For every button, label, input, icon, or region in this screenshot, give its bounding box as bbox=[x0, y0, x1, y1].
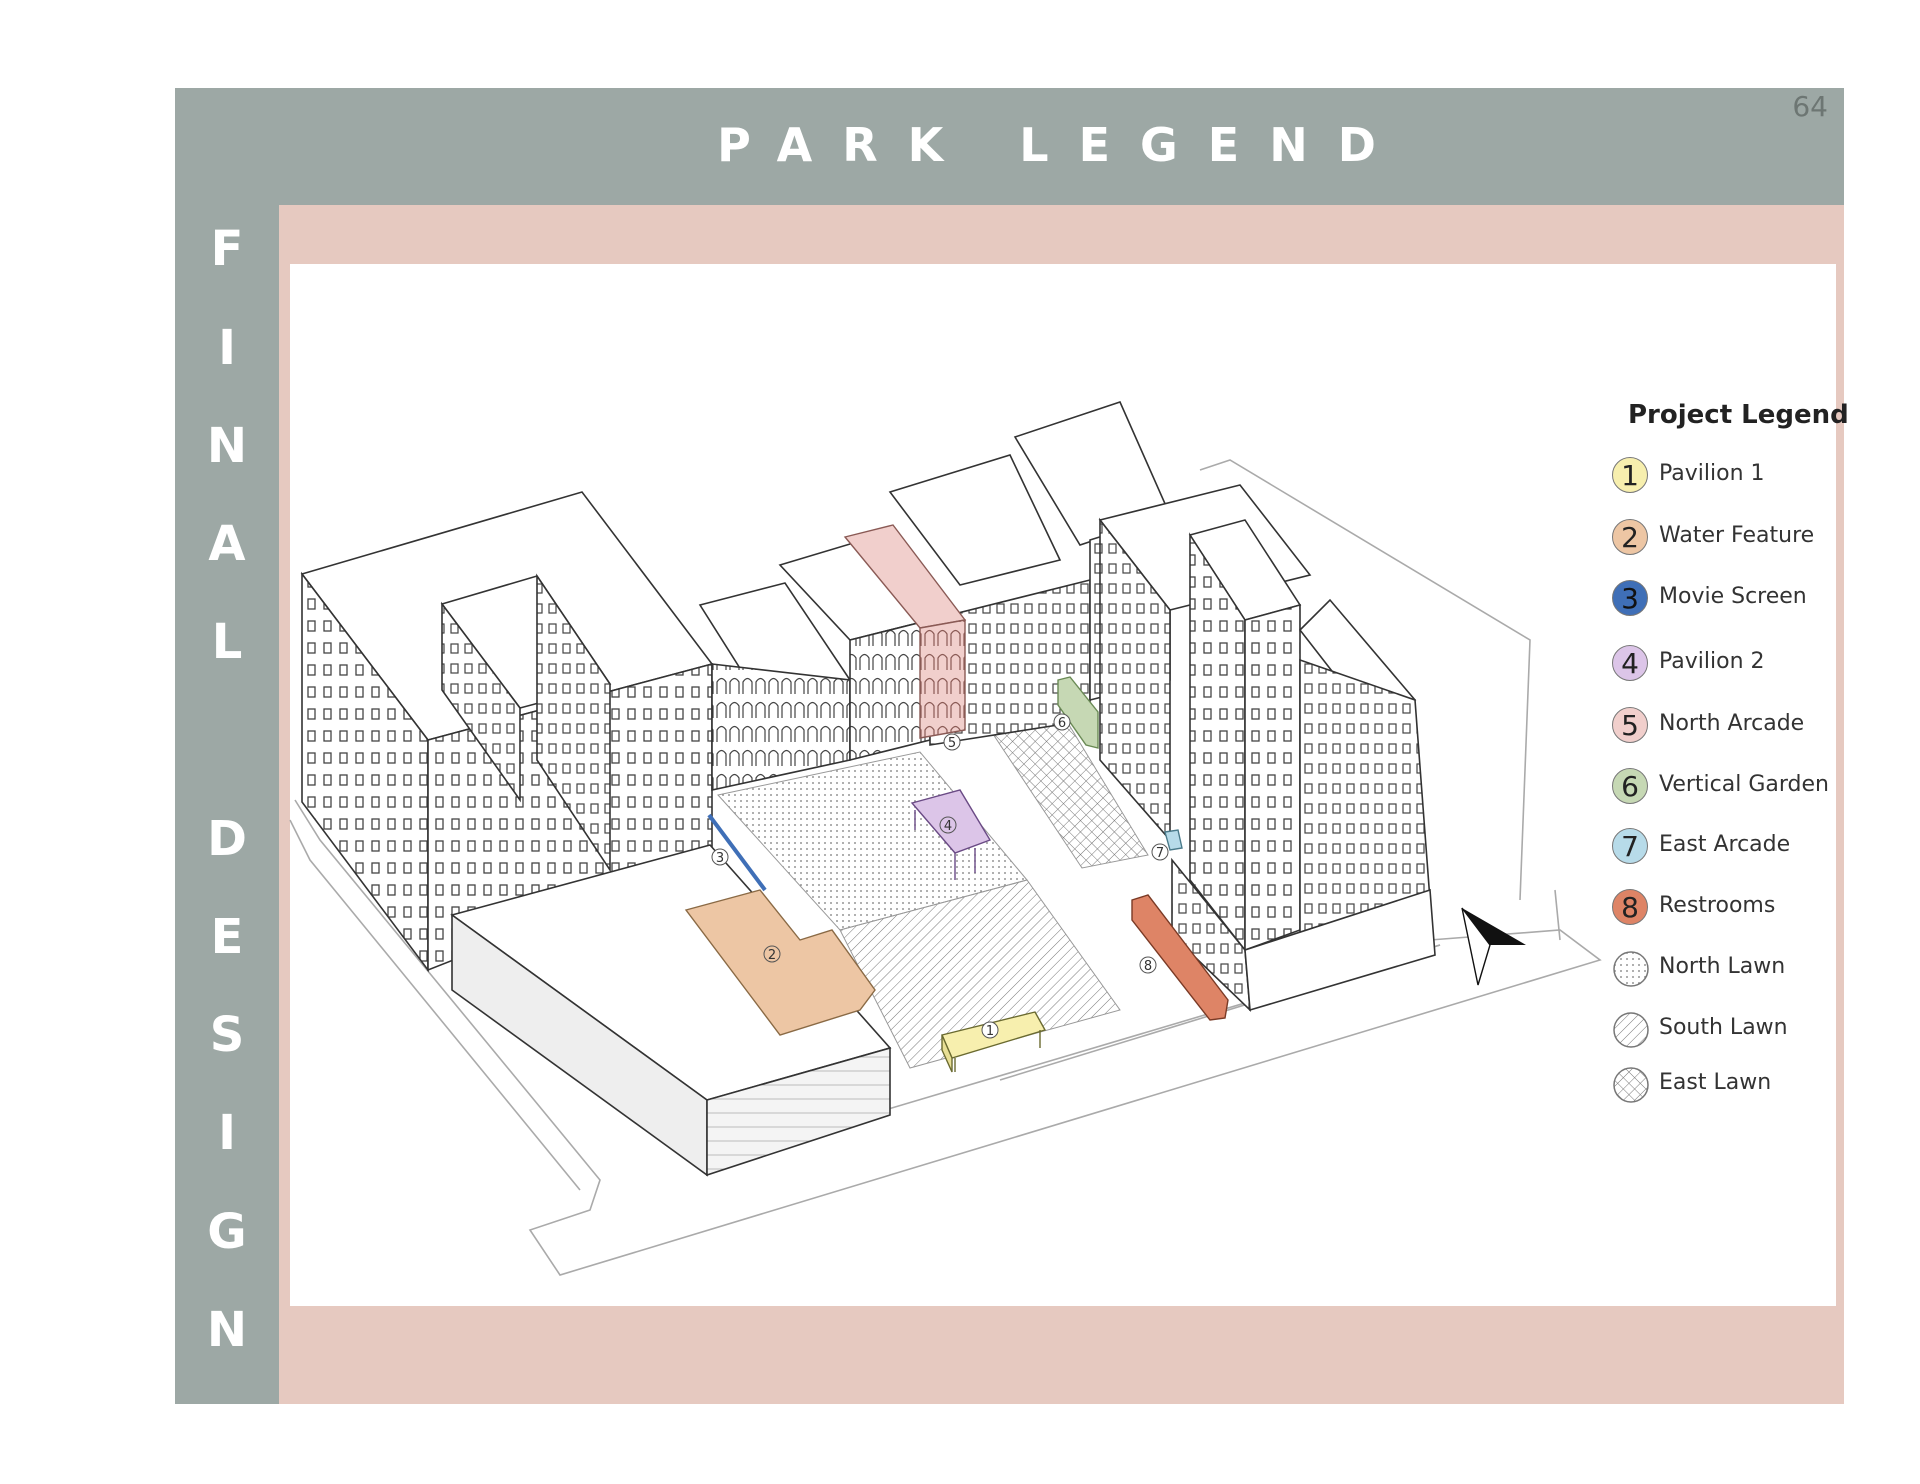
east-arcade bbox=[1164, 829, 1183, 851]
map-marker-label: 1 bbox=[986, 1024, 994, 1039]
map-marker-label: 7 bbox=[1156, 846, 1164, 861]
legend-number-badge: 2 bbox=[1612, 519, 1648, 555]
legend-label: North Lawn bbox=[1659, 954, 1786, 979]
legend-title: Project Legend bbox=[1628, 400, 1849, 430]
map-marker-label: 4 bbox=[944, 819, 952, 834]
map-marker-8: 8 bbox=[1139, 956, 1157, 974]
legend-label: Water Feature bbox=[1659, 523, 1815, 548]
legend-number-badge: 3 bbox=[1612, 580, 1648, 616]
map-marker-label: 5 bbox=[948, 736, 956, 751]
legend-label: East Lawn bbox=[1659, 1070, 1772, 1095]
legend-number-badge: 7 bbox=[1612, 828, 1648, 864]
east-tower bbox=[1171, 519, 1436, 1013]
map-marker-5: 5 bbox=[943, 733, 961, 751]
legend-label: South Lawn bbox=[1659, 1015, 1788, 1040]
legend-label: Vertical Garden bbox=[1659, 772, 1829, 797]
legend-pattern-swatch bbox=[1613, 1012, 1649, 1048]
legend-pattern-swatch bbox=[1613, 1067, 1649, 1103]
legend-number-badge: 1 bbox=[1612, 457, 1648, 493]
legend-number-badge: 8 bbox=[1612, 889, 1648, 925]
legend-number-badge: 6 bbox=[1612, 768, 1648, 804]
legend-number-badge: 4 bbox=[1612, 645, 1648, 681]
map-marker-label: 8 bbox=[1144, 959, 1152, 974]
legend-label: Pavilion 2 bbox=[1659, 649, 1765, 674]
legend-label: North Arcade bbox=[1659, 711, 1805, 736]
legend-number-badge: 5 bbox=[1612, 707, 1648, 743]
legend-pattern-swatch bbox=[1613, 951, 1649, 987]
map-marker-label: 3 bbox=[716, 851, 724, 866]
legend-label: East Arcade bbox=[1659, 832, 1791, 857]
map-marker-label: 2 bbox=[768, 948, 776, 963]
map-marker-7: 7 bbox=[1151, 843, 1169, 861]
legend-label: Movie Screen bbox=[1659, 584, 1807, 609]
legend-label: Pavilion 1 bbox=[1659, 461, 1765, 486]
legend-label: Restrooms bbox=[1659, 893, 1776, 918]
map-marker-label: 6 bbox=[1058, 716, 1066, 731]
north-arrow-icon bbox=[1461, 907, 1526, 986]
